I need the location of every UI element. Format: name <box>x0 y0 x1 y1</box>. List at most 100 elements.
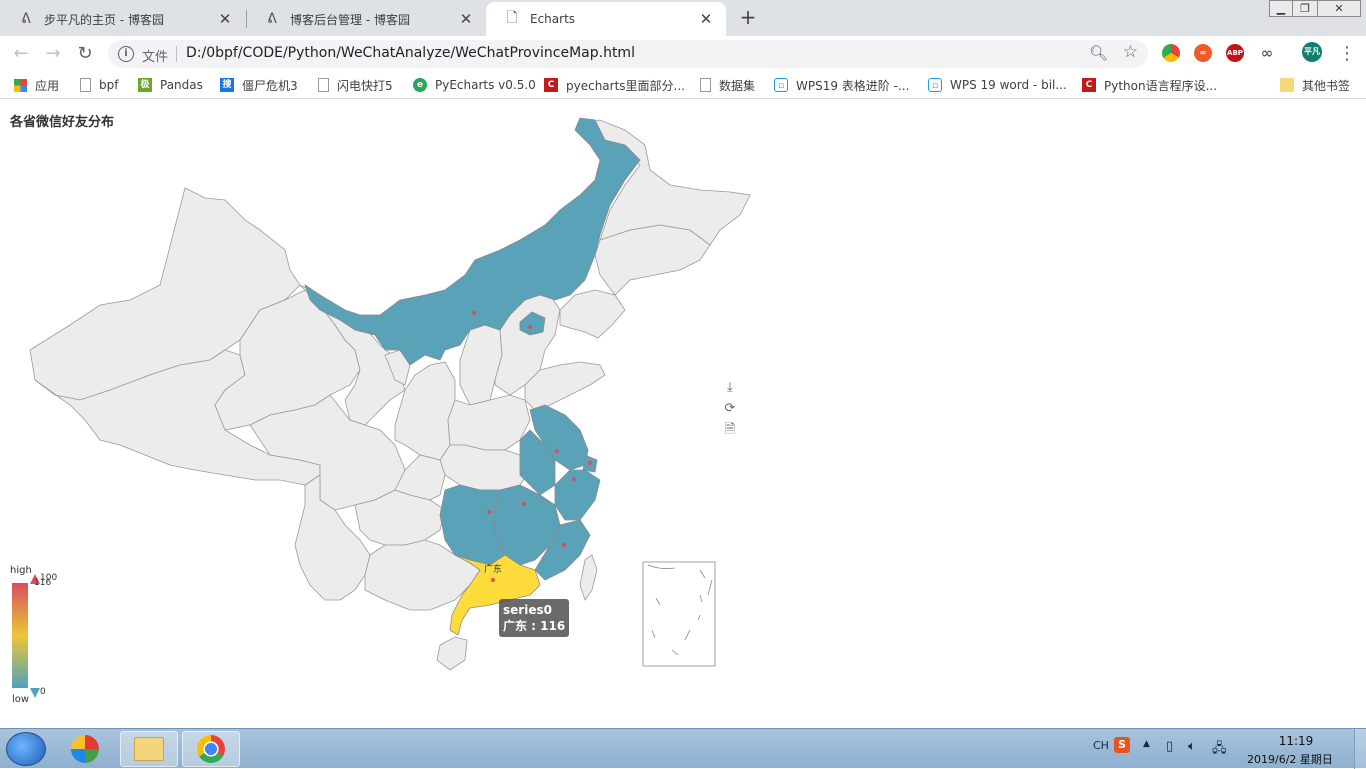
infinity-ext-icon[interactable]: ∞ <box>1258 44 1276 62</box>
taskbar-app-media[interactable] <box>56 731 114 767</box>
sogou-ime-icon[interactable]: S <box>1114 737 1130 753</box>
province-hubei[interactable] <box>439 444 531 491</box>
bookmark-label: WPS 19 word - bil... <box>950 78 1067 92</box>
visualmap-current-value: 116 <box>34 578 52 588</box>
page-content: 广东 各省微信好友分布 ⤓ ⟳ 🗎 high 100 116 0 low ser… <box>0 100 1366 728</box>
marker-fujian <box>562 543 566 547</box>
chrome-icon <box>197 735 225 763</box>
page-icon <box>700 78 711 92</box>
restore-icon[interactable]: ⟳ <box>722 401 738 417</box>
menu-icon[interactable]: ⋮ <box>1334 41 1360 67</box>
marker-neimenggu <box>472 311 476 315</box>
input-language[interactable]: CH <box>1093 739 1109 752</box>
ext-loop-icon[interactable]: ∞ <box>1194 44 1212 62</box>
visualmap-high-label: high <box>10 565 32 576</box>
media-player-icon <box>71 735 99 763</box>
tooltip-value: 广东 : 116 <box>503 619 566 633</box>
clock-time[interactable]: 11:19 <box>1276 734 1316 748</box>
zoom-icon[interactable]: 🔍︎ <box>1089 44 1108 62</box>
bookmark-csdn1[interactable]: C pyecharts里面部分... <box>544 76 685 94</box>
reload-button[interactable]: ↻ <box>72 41 98 67</box>
bookmark-wps-word[interactable]: ▫ WPS 19 word - bil... <box>928 76 1067 94</box>
bookmark-label: Pandas <box>160 78 203 92</box>
bookmark-label: 其他书签 <box>1302 78 1351 93</box>
tab-blog-home[interactable]: ᕕ 步平凡的主页 - 博客园 ✕ <box>0 2 245 36</box>
bookmark-pyecharts[interactable]: e PyEcharts v0.5.0 <box>413 76 536 94</box>
minimize-button[interactable]: ▁ <box>1269 0 1293 17</box>
bookmark-game1[interactable]: 搜 僵尸危机3 <box>220 76 298 94</box>
network-icon[interactable]: 🖧 <box>1212 739 1227 761</box>
visualmap-low-label: low <box>12 694 30 705</box>
close-tab-icon[interactable]: ✕ <box>458 10 474 28</box>
folder-icon <box>1280 78 1294 92</box>
save-image-icon[interactable]: ⤓ <box>722 380 738 396</box>
close-window-button[interactable]: ✕ <box>1317 0 1361 17</box>
url-text[interactable]: D:/0bpf/CODE/Python/WeChatAnalyze/WeChat… <box>186 45 635 61</box>
map-tooltip: series0 广东 : 116 <box>499 599 570 637</box>
pandas-icon: 极 <box>138 78 152 92</box>
tab-strip: ᕕ 步平凡的主页 - 博客园 ✕ ᕕ 博客后台管理 - 博客园 ✕ 🗋 Echa… <box>0 0 1366 36</box>
battery-icon[interactable]: ▯ <box>1166 739 1173 754</box>
marker-beijing <box>528 325 532 329</box>
bookmark-other-folder[interactable]: 其他书签 <box>1280 76 1350 94</box>
start-button[interactable] <box>6 732 46 766</box>
tab-title: 步平凡的主页 - 博客园 <box>44 12 164 27</box>
tooltip-series-name: series0 <box>503 603 552 617</box>
province-hainan[interactable] <box>436 636 468 671</box>
clock-date[interactable]: 2019/6/2 星期日 <box>1247 751 1333 767</box>
restore-button[interactable]: ❐ <box>1292 0 1318 17</box>
bookmark-label: bpf <box>99 78 119 92</box>
province-henan[interactable] <box>447 394 531 451</box>
bookmark-wps-table[interactable]: ▫ WPS19 表格进阶 -... <box>774 76 909 94</box>
province-zhejiang[interactable] <box>554 469 601 521</box>
tab-echarts[interactable]: 🗋 Echarts ✕ <box>486 2 726 36</box>
chrome-ext-icon[interactable] <box>1162 44 1180 62</box>
back-button[interactable]: ← <box>8 41 34 67</box>
windows-taskbar: CH S ▲ ▯ 🔈︎ 🖧 11:19 2019/6/2 星期日 <box>0 728 1366 769</box>
show-desktop-button[interactable] <box>1354 729 1366 769</box>
taskbar-app-explorer[interactable] <box>120 731 178 767</box>
tray-expand-icon[interactable]: ▲ <box>1143 739 1150 749</box>
cnblogs-icon: ᕕ <box>21 11 31 27</box>
forward-button[interactable]: → <box>40 41 66 67</box>
address-bar[interactable]: i 文件 D:/0bpf/CODE/Python/WeChatAnalyze/W… <box>108 40 1148 68</box>
info-icon[interactable]: i <box>118 46 134 62</box>
bilibili-icon: ▫ <box>774 78 788 92</box>
bookmark-bpf[interactable]: bpf <box>80 76 118 94</box>
bilibili-icon: ▫ <box>928 78 942 92</box>
pyecharts-icon: e <box>413 78 427 92</box>
volume-icon[interactable]: 🔈︎ <box>1188 739 1196 754</box>
close-tab-icon[interactable]: ✕ <box>217 10 233 28</box>
visual-map[interactable]: high 100 116 0 low <box>0 560 70 710</box>
data-view-icon[interactable]: 🗎 <box>722 422 738 438</box>
tab-blog-admin[interactable]: ᕕ 博客后台管理 - 博客园 ✕ <box>246 2 486 36</box>
page-icon <box>80 78 91 92</box>
bookmark-dataset[interactable]: 数据集 <box>700 76 755 94</box>
chart-title: 各省微信好友分布 <box>10 115 115 130</box>
adblock-icon[interactable]: ABP <box>1226 44 1244 62</box>
csdn-icon: C <box>1082 78 1096 92</box>
province-liaoning[interactable] <box>559 289 626 339</box>
province-taiwan[interactable] <box>579 554 598 601</box>
visualmap-gradient-bar[interactable] <box>12 583 28 688</box>
game-icon: 搜 <box>220 78 234 92</box>
bookmark-csdn2[interactable]: C Python语言程序设... <box>1082 76 1217 94</box>
close-tab-icon[interactable]: ✕ <box>698 10 714 28</box>
marker-jiangsu <box>555 449 559 453</box>
bookmarks-bar: 应用 bpf 极 Pandas 搜 僵尸危机3 闪电快打5 e PyEchart… <box>0 71 1366 99</box>
new-tab-button[interactable]: + <box>736 6 760 30</box>
bookmark-star-icon[interactable]: ☆ <box>1123 42 1138 62</box>
province-shanxi[interactable] <box>459 324 503 406</box>
bookmark-pandas[interactable]: 极 Pandas <box>138 76 203 94</box>
marker-shanghai <box>588 461 592 465</box>
profile-avatar[interactable]: 平凡 <box>1302 42 1322 62</box>
taskbar-app-chrome[interactable] <box>182 731 240 767</box>
bookmark-label: pyecharts里面部分... <box>566 78 685 93</box>
marker-zhejiang <box>572 477 576 481</box>
south-china-sea-inset <box>642 561 716 667</box>
china-map[interactable]: 广东 <box>0 100 1366 728</box>
visualmap-min-value: 0 <box>40 687 46 697</box>
visualmap-bottom-handle[interactable] <box>30 688 40 698</box>
bookmark-apps[interactable]: 应用 <box>14 76 59 94</box>
bookmark-game2[interactable]: 闪电快打5 <box>318 76 393 94</box>
